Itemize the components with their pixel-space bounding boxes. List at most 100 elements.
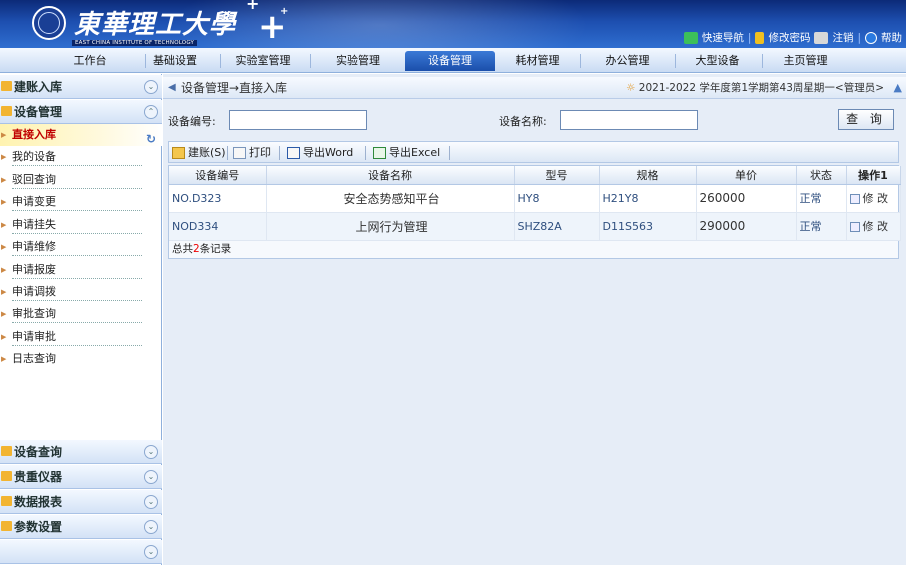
folder-icon xyxy=(1,496,12,506)
sidebar-section-data-reports[interactable]: 数据报表 ⌄ xyxy=(0,490,162,514)
column-header-spec[interactable]: 规格 xyxy=(599,166,697,185)
arrow-icon: ▶ xyxy=(1,176,7,184)
sidebar-item-report-loss[interactable]: ▶ 申请挂失 xyxy=(0,214,162,236)
sidebar-section-precious-instruments[interactable]: 贵重仪器 ⌄ xyxy=(0,465,162,489)
sidebar-item-approval-query[interactable]: ▶ 审批查询 xyxy=(0,303,162,325)
logo-english-name: EAST CHINA INSTITUTE OF TECHNOLOGY xyxy=(72,40,198,46)
sidebar-section-label: 贵重仪器 xyxy=(14,470,63,484)
divider xyxy=(310,54,311,68)
chevron-up-icon[interactable]: ⌃ xyxy=(144,105,158,119)
column-header-model[interactable]: 型号 xyxy=(514,166,600,185)
arrow-icon: ▶ xyxy=(1,243,7,251)
sidebar-item-label: 申请挂失 xyxy=(12,218,56,231)
sidebar-section-parameter-settings[interactable]: 参数设置 ⌄ xyxy=(0,515,162,539)
chevron-down-icon[interactable]: ⌄ xyxy=(144,545,158,559)
folder-icon xyxy=(1,81,12,91)
equipment-name-input[interactable] xyxy=(560,110,698,130)
table-row[interactable]: NO.D323 安全态势感知平台 HY8 H21Y8 260000 正常 修 改 xyxy=(169,184,901,213)
chevron-down-icon[interactable]: ⌄ xyxy=(144,80,158,94)
create-account-button[interactable]: 建账(S) xyxy=(172,142,226,164)
arrow-icon: ▶ xyxy=(1,198,7,206)
total-count: 2 xyxy=(193,242,200,255)
nav-tab-homepage-management[interactable]: 主页管理 xyxy=(768,51,843,71)
column-header-code[interactable]: 设备编号 xyxy=(169,166,267,185)
term-info-text: 2021-2022 学年度第1学期第43周星期一<管理员> xyxy=(638,82,884,94)
logout-link[interactable]: 注销 xyxy=(832,30,853,45)
divider: | xyxy=(747,31,752,44)
sidebar-item-direct-storage[interactable]: ▶ 直接入库 ↻ xyxy=(0,124,162,146)
sidebar-section-empty[interactable]: ⌄ xyxy=(0,540,162,564)
edit-action[interactable]: 修 改 xyxy=(846,184,901,213)
table-row[interactable]: NOD334 上网行为管理 SHZ82A D11S563 290000 正常 修… xyxy=(169,212,901,241)
arrow-icon: ▶ xyxy=(1,288,7,296)
sidebar-item-request-repair[interactable]: ▶ 申请维修 xyxy=(0,236,162,258)
sidebar-item-label: 申请审批 xyxy=(12,330,56,343)
arrow-icon: ▶ xyxy=(1,355,7,363)
back-arrow-icon[interactable]: ◀ xyxy=(168,77,176,99)
term-info: ☼ 2021-2022 学年度第1学期第43周星期一<管理员> xyxy=(626,77,884,99)
logout-icon xyxy=(814,31,829,44)
nav-tab-consumables-management[interactable]: 耗材管理 xyxy=(500,51,575,71)
nav-tab-basic-settings[interactable]: 基础设置 xyxy=(140,51,210,71)
arrow-icon: ▶ xyxy=(1,333,7,341)
sidebar-section-equipment-management[interactable]: 设备管理 ⌃ xyxy=(0,100,162,124)
column-header-status[interactable]: 状态 xyxy=(796,166,847,185)
collapse-up-icon[interactable]: ▲ xyxy=(894,77,902,99)
divider xyxy=(675,54,676,68)
sidebar-item-request-change[interactable]: ▶ 申请变更 xyxy=(0,191,162,213)
seal-icon xyxy=(32,6,66,40)
export-word-button[interactable]: 导出Word xyxy=(287,142,353,164)
sidebar-item-request-scrap[interactable]: ▶ 申请报废 xyxy=(0,259,162,281)
total-suffix: 条记录 xyxy=(199,242,232,255)
sidebar-section-account-storage[interactable]: 建账入库 ⌄ xyxy=(0,75,162,99)
nav-tab-equipment-management[interactable]: 设备管理 xyxy=(405,51,495,71)
sidebar-item-my-equipment[interactable]: ▶ 我的设备 xyxy=(0,146,162,168)
lock-icon xyxy=(755,31,765,44)
export-word-label: 导出Word xyxy=(303,146,354,159)
column-header-name[interactable]: 设备名称 xyxy=(266,166,515,185)
sidebar-item-request-transfer[interactable]: ▶ 申请调拨 xyxy=(0,281,162,303)
sun-icon: ☼ xyxy=(626,82,636,94)
quick-nav-link[interactable]: 快速导航 xyxy=(702,30,744,45)
sidebar-item-label: 我的设备 xyxy=(12,150,56,163)
chevron-down-icon[interactable]: ⌄ xyxy=(144,470,158,484)
sidebar-item-rejected-query[interactable]: ▶ 驳回查询 xyxy=(0,169,162,191)
help-link[interactable]: 帮助 xyxy=(881,30,902,45)
cell-status: 正常 xyxy=(796,212,847,241)
print-button[interactable]: 打印 xyxy=(233,142,271,164)
divider xyxy=(279,146,280,160)
top-links: 快速导航 | 修改密码 注销 | 帮助 xyxy=(683,30,902,45)
print-label: 打印 xyxy=(249,146,271,159)
sidebar-item-label: 日志查询 xyxy=(12,352,56,365)
nav-tab-experiment-management[interactable]: 实验管理 xyxy=(318,51,398,71)
equipment-name-label: 设备名称: xyxy=(499,115,547,128)
chevron-down-icon[interactable]: ⌄ xyxy=(144,520,158,534)
sidebar-item-log-query[interactable]: ▶ 日志查询 xyxy=(0,348,162,370)
divider xyxy=(227,146,228,160)
folder-icon xyxy=(1,471,12,481)
sidebar-section-equipment-query[interactable]: 设备查询 ⌄ xyxy=(0,440,162,464)
column-header-price[interactable]: 单价 xyxy=(696,166,797,185)
chevron-down-icon[interactable]: ⌄ xyxy=(144,495,158,509)
sidebar-item-request-approval[interactable]: ▶ 申请审批 xyxy=(0,326,162,348)
cell-price: 260000 xyxy=(696,184,797,213)
sidebar-section-label: 设备管理 xyxy=(14,105,63,119)
chevron-down-icon[interactable]: ⌄ xyxy=(144,445,158,459)
cell-spec: H21Y8 xyxy=(599,184,697,213)
edit-action[interactable]: 修 改 xyxy=(846,212,901,241)
nav-tab-lab-management[interactable]: 实验室管理 xyxy=(228,51,298,71)
nav-tab-large-equipment[interactable]: 大型设备 xyxy=(680,51,755,71)
cell-model: HY8 xyxy=(514,184,600,213)
nav-tab-workbench[interactable]: 工作台 xyxy=(55,51,125,71)
sidebar-section-label: 参数设置 xyxy=(14,520,63,534)
cell-code: NO.D323 xyxy=(169,184,267,213)
export-excel-button[interactable]: 导出Excel xyxy=(373,142,440,164)
change-password-link[interactable]: 修改密码 xyxy=(768,30,810,45)
logo-chinese-name: 東華理工大學 xyxy=(74,10,237,40)
equipment-code-input[interactable] xyxy=(229,110,367,130)
query-button[interactable]: 查 询 xyxy=(838,109,894,130)
sparkle-icon: + xyxy=(258,7,287,47)
nav-tab-office-management[interactable]: 办公管理 xyxy=(590,51,665,71)
excel-icon xyxy=(373,147,386,159)
cell-model: SHZ82A xyxy=(514,212,600,241)
